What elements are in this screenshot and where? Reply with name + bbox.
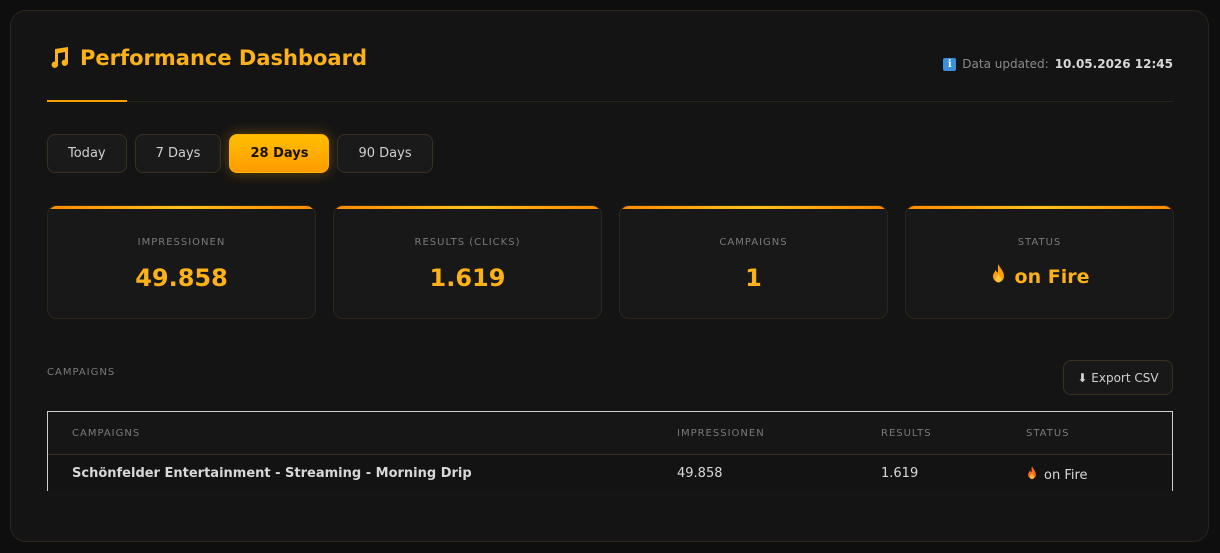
campaign-status-text: on Fire: [1044, 468, 1088, 483]
campaigns-card: CAMPAIGNS 1: [619, 205, 888, 319]
campaign-impressions: 49.858: [677, 466, 723, 481]
updated-value: 10.05.2026 12:45: [1054, 57, 1173, 71]
impressions-card: IMPRESSIONEN 49.858: [47, 205, 316, 319]
campaigns-section-label: CAMPAIGNS: [47, 367, 116, 378]
fire-icon: [990, 264, 1007, 290]
status-label: STATUS: [1017, 237, 1062, 248]
table-header: CAMPAIGNS IMPRESSIONEN RESULTS STATUS: [48, 412, 1172, 455]
status-value-wrap: on Fire: [906, 264, 1173, 290]
campaigns-label: CAMPAIGNS: [719, 237, 788, 248]
campaign-results: 1.619: [881, 466, 919, 481]
status-card: STATUS on Fire: [905, 205, 1174, 319]
updated-label: Data updated:: [962, 57, 1049, 71]
range-today-button[interactable]: Today: [47, 134, 127, 173]
range-90-days-button[interactable]: 90 Days: [337, 134, 433, 173]
range-7-days-button[interactable]: 7 Days: [134, 134, 222, 173]
column-header-status[interactable]: STATUS: [1026, 428, 1070, 439]
campaign-name: Schönfelder Entertainment - Streaming - …: [72, 466, 472, 481]
info-icon: i: [943, 57, 957, 71]
dashboard-header: Performance Dashboard i Data updated: 10…: [47, 46, 1173, 102]
campaign-status: on Fire: [1026, 466, 1088, 485]
results-card: RESULTS (CLICKS) 1.619: [333, 205, 602, 319]
column-header-campaigns[interactable]: CAMPAIGNS: [72, 428, 140, 439]
results-value: 1.619: [429, 264, 506, 292]
kpi-cards: IMPRESSIONEN 49.858 RESULTS (CLICKS) 1.6…: [47, 205, 1174, 319]
fire-icon: [1026, 466, 1038, 485]
status-value: on Fire: [1014, 266, 1090, 288]
page-title: Performance Dashboard: [47, 46, 367, 70]
music-note-icon: [47, 46, 71, 70]
impressions-value: 49.858: [135, 264, 228, 292]
export-csv-button[interactable]: ⬇ Export CSV: [1063, 360, 1173, 395]
results-label: RESULTS (CLICKS): [414, 237, 521, 248]
impressions-label: IMPRESSIONEN: [137, 237, 226, 248]
dashboard-panel: Performance Dashboard i Data updated: 10…: [10, 10, 1209, 542]
campaigns-value: 1: [745, 264, 762, 292]
campaigns-table: CAMPAIGNS IMPRESSIONEN RESULTS STATUS Sc…: [47, 411, 1173, 491]
table-row[interactable]: Schönfelder Entertainment - Streaming - …: [48, 456, 1172, 492]
range-28-days-button[interactable]: 28 Days: [229, 134, 330, 173]
column-header-results[interactable]: RESULTS: [881, 428, 932, 439]
data-updated: i Data updated: 10.05.2026 12:45: [943, 57, 1173, 71]
column-header-impressions[interactable]: IMPRESSIONEN: [677, 428, 765, 439]
page-title-text: Performance Dashboard: [80, 46, 367, 70]
date-range-selector: Today 7 Days 28 Days 90 Days: [47, 134, 433, 173]
